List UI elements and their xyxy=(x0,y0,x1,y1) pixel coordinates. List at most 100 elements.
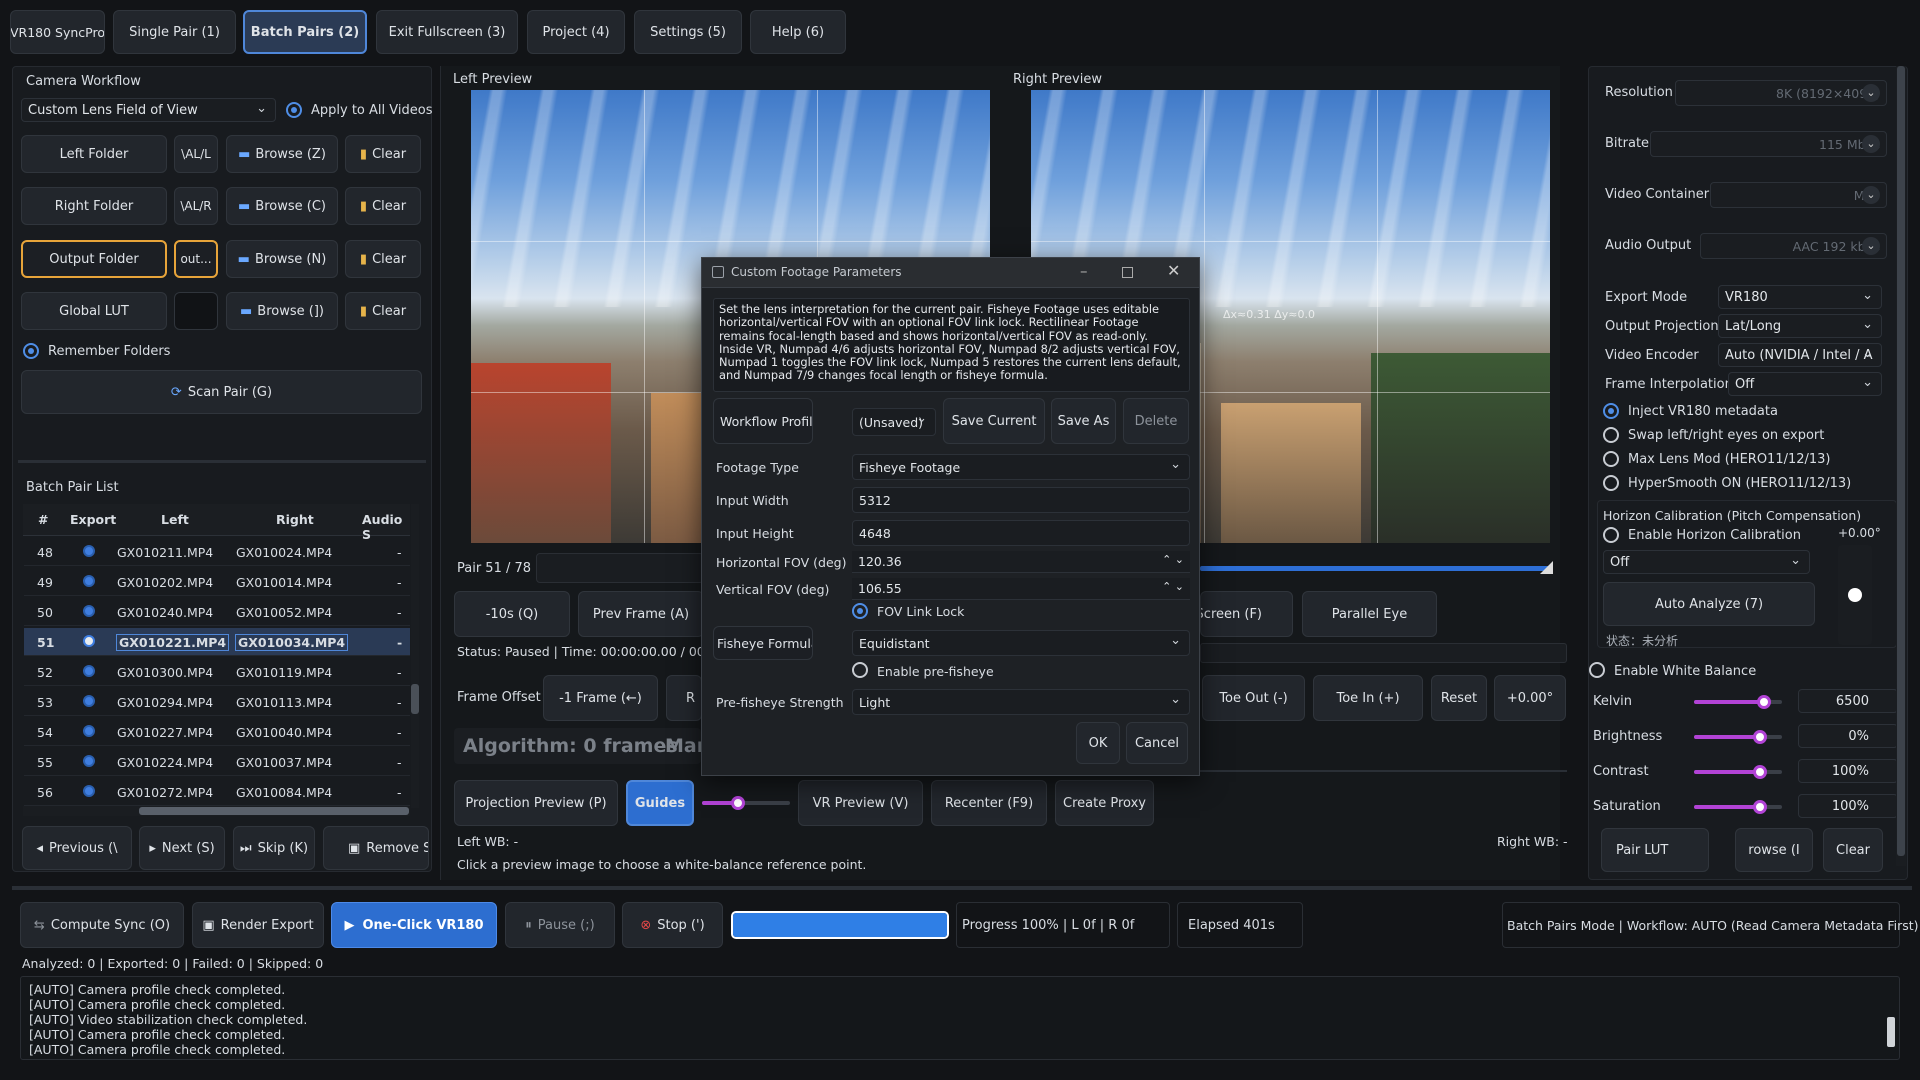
table-hscroll[interactable] xyxy=(23,806,410,816)
brightness-value[interactable]: 0% xyxy=(1798,724,1898,748)
strength-select[interactable]: Light xyxy=(852,689,1190,715)
tab-single-pair[interactable]: Single Pair (1) xyxy=(113,10,236,54)
clear-right-button[interactable]: ▮ Clear xyxy=(345,187,421,225)
saturation-value[interactable]: 100% xyxy=(1798,794,1898,818)
tab-exit-fullscreen[interactable]: Exit Fullscreen (3) xyxy=(376,10,518,54)
toe-out-button[interactable]: Toe Out (-) xyxy=(1202,675,1305,721)
create-proxy-button[interactable]: Create Proxy xyxy=(1055,780,1154,826)
input-width-field[interactable]: 5312 xyxy=(852,487,1190,513)
log-scrollbar[interactable] xyxy=(1887,1017,1895,1047)
spin-arrows-icon[interactable]: ⌃ ⌄ xyxy=(1162,553,1184,566)
cancel-button[interactable]: Cancel xyxy=(1126,722,1188,764)
right-panel-scrollbar[interactable] xyxy=(1896,66,1906,866)
projection-select[interactable]: Lat/Long xyxy=(1718,314,1882,338)
pause-button[interactable]: ⏸ Pause (;) xyxy=(505,902,615,948)
projection-preview-button[interactable]: Projection Preview (P) xyxy=(454,780,618,826)
scan-pair-button[interactable]: ⟳ Scan Pair (G) xyxy=(21,370,422,414)
chevron-down-icon[interactable]: ⌄ xyxy=(1862,84,1880,102)
r-frag-button[interactable]: R xyxy=(666,675,702,721)
export-radio-icon[interactable] xyxy=(83,725,95,737)
col-right[interactable]: Right xyxy=(276,512,314,527)
table-row[interactable]: 48 GX010211.MP4 GX010024.MP4 - xyxy=(24,538,410,566)
brightness-slider[interactable] xyxy=(1694,730,1782,744)
audio-value[interactable]: AAC 192 kbps xyxy=(1700,233,1887,259)
remove-button[interactable]: ▣ Remove Se xyxy=(323,826,429,870)
chevron-down-icon[interactable]: ⌄ xyxy=(1862,186,1880,204)
parallel-eye-button[interactable]: Parallel Eye xyxy=(1302,591,1437,637)
minus-frame-button[interactable]: -1 Frame (←) xyxy=(543,675,658,721)
kelvin-slider[interactable] xyxy=(1694,695,1782,709)
auto-analyze-button[interactable]: Auto Analyze (7) xyxy=(1603,582,1815,626)
interp-select[interactable]: Off xyxy=(1728,372,1882,396)
horizon-vslider[interactable] xyxy=(1838,545,1872,645)
tab-help[interactable]: Help (6) xyxy=(750,10,846,54)
timeline-left[interactable] xyxy=(536,553,704,583)
spin-arrows-icon[interactable]: ⌃ ⌄ xyxy=(1162,580,1184,593)
clear-lut-button[interactable]: ▮ Clear xyxy=(345,292,421,330)
toe-in-button[interactable]: Toe In (+) xyxy=(1313,675,1423,721)
tab-app[interactable]: VR180 SyncPro xyxy=(10,10,105,54)
browse-output-button[interactable]: ▬ Browse (N) xyxy=(226,240,338,278)
swap-eyes-radio[interactable] xyxy=(1603,427,1619,443)
workflow-profile-select[interactable]: (Unsaved) xyxy=(852,408,936,436)
stop-button[interactable]: ⊗ Stop (') xyxy=(622,902,723,948)
splitter[interactable] xyxy=(18,460,426,463)
pre-fisheye-radio[interactable] xyxy=(852,662,868,678)
export-mode-select[interactable]: VR180 xyxy=(1718,285,1882,309)
save-as-button[interactable]: Save As xyxy=(1051,398,1116,444)
global-lut-button[interactable]: Global LUT xyxy=(21,292,167,330)
table-row[interactable]: 50 GX010240.MP4 GX010052.MP4 - xyxy=(24,598,410,626)
contrast-slider[interactable] xyxy=(1694,765,1782,779)
enable-horizon-radio[interactable] xyxy=(1603,527,1619,543)
resolution-value[interactable]: 8K (8192×4096) xyxy=(1675,80,1887,106)
browse-left-button[interactable]: ▬ Browse (Z) xyxy=(226,135,338,173)
log-panel[interactable]: [AUTO] Camera profile check completed. [A… xyxy=(20,976,1900,1060)
input-height-field[interactable]: 4648 xyxy=(852,520,1190,546)
footage-type-select[interactable]: Fisheye Footage xyxy=(852,454,1190,480)
max-lens-radio[interactable] xyxy=(1603,451,1619,467)
hfov-spinbox[interactable]: 120.36 ⌃ ⌄ xyxy=(852,551,1190,573)
export-radio-icon[interactable] xyxy=(83,575,95,587)
table-row[interactable]: 51 GX010221.MP4 GX010034.MP4 - xyxy=(24,628,410,656)
encoder-select[interactable]: Auto (NVIDIA / Intel / A xyxy=(1718,343,1882,367)
contrast-value[interactable]: 100% xyxy=(1798,759,1898,783)
table-row[interactable]: 49 GX010202.MP4 GX010014.MP4 - xyxy=(24,568,410,596)
col-index[interactable]: # xyxy=(38,512,48,527)
export-radio-icon[interactable] xyxy=(83,545,95,557)
left-folder-button[interactable]: Left Folder xyxy=(21,135,167,173)
one-click-vr180-button[interactable]: ▶ One-Click VR180 xyxy=(331,902,497,948)
col-left[interactable]: Left xyxy=(161,512,189,527)
container-value[interactable]: MP4 xyxy=(1710,182,1887,208)
enable-wb-radio[interactable] xyxy=(1589,662,1605,678)
browse-lut-button[interactable]: ▬ Browse (]) xyxy=(226,292,338,330)
table-row[interactable]: 53 GX010294.MP4 GX010113.MP4 - xyxy=(24,688,410,716)
horizon-mode-select[interactable]: Off xyxy=(1603,550,1810,574)
vr-preview-button[interactable]: VR Preview (V) xyxy=(798,780,923,826)
table-row[interactable]: 54 GX010227.MP4 GX010040.MP4 - xyxy=(24,718,410,746)
render-export-button[interactable]: ▣ Render Export xyxy=(192,902,324,948)
ok-button[interactable]: OK xyxy=(1076,722,1120,764)
next-button[interactable]: ▸ Next (S) xyxy=(139,826,225,870)
tab-batch-pairs[interactable]: Batch Pairs (2) xyxy=(243,10,367,54)
export-radio-icon[interactable] xyxy=(83,755,95,767)
export-radio-icon[interactable] xyxy=(83,785,95,797)
fisheye-formula-select[interactable]: Equidistant xyxy=(852,630,1190,656)
right-folder-button[interactable]: Right Folder xyxy=(21,187,167,225)
hypersmooth-radio[interactable] xyxy=(1603,475,1619,491)
apply-all-radio[interactable] xyxy=(286,102,302,118)
remember-folders-radio[interactable] xyxy=(23,343,39,359)
previous-button[interactable]: ◂ Previous (\ xyxy=(22,826,132,870)
guides-button[interactable]: Guides xyxy=(626,780,694,826)
close-icon[interactable]: ✕ xyxy=(1167,261,1180,280)
skip-button[interactable]: ⏭ Skip (K) xyxy=(233,826,315,870)
clear-output-button[interactable]: ▮ Clear xyxy=(345,240,421,278)
tab-project[interactable]: Project (4) xyxy=(527,10,625,54)
delete-button[interactable]: Delete xyxy=(1123,398,1189,444)
compute-sync-button[interactable]: ⇆ Compute Sync (O) xyxy=(20,902,184,948)
pair-lut-clear-button[interactable]: Clear xyxy=(1823,828,1883,872)
guides-slider[interactable] xyxy=(702,796,790,810)
vfov-spinbox[interactable]: 106.55 ⌃ ⌄ xyxy=(852,578,1190,600)
maximize-icon[interactable] xyxy=(1122,267,1133,278)
export-radio-icon[interactable] xyxy=(83,665,95,677)
col-export[interactable]: Export xyxy=(70,512,116,527)
